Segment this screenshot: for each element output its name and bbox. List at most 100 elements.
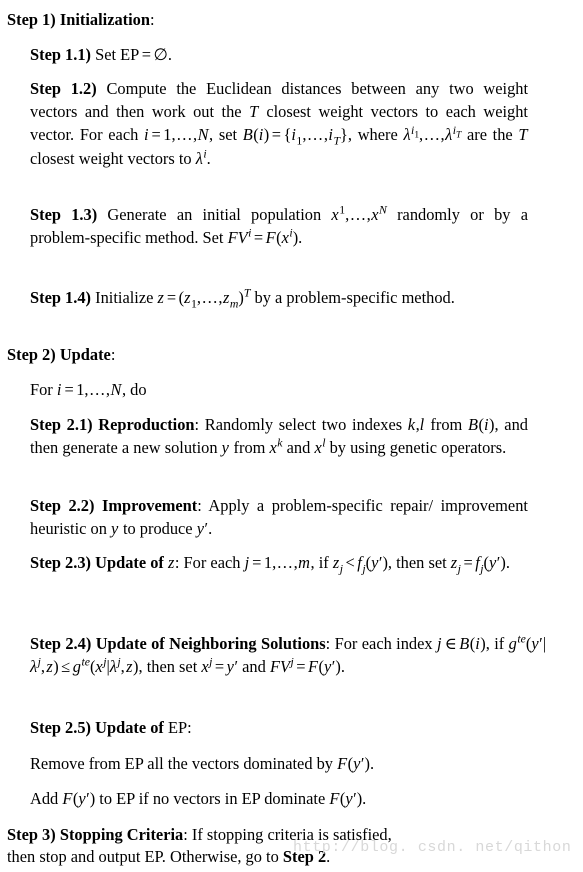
step-2-1-f4: from (233, 438, 266, 458)
math-F-xi: F (265, 228, 276, 248)
step-1-3-label: Step 1.3) (30, 205, 98, 224)
step-1-3-f11: Set (202, 228, 224, 248)
add-text-a: Add (30, 789, 59, 808)
step-1-3-f4: population (251, 205, 322, 224)
math-l: l (419, 415, 425, 434)
add-text-b: to EP if no vectors in EP dominate (99, 789, 326, 808)
step-1-2-f8: closest weight (266, 102, 364, 122)
step-2-1-f2: from (430, 415, 463, 434)
step-2-4-f1: For each index (334, 634, 433, 653)
step-2-3-label: Step 2.3) (30, 553, 92, 572)
equals-1: = (151, 125, 161, 145)
step-2-1-f5: and (286, 438, 311, 458)
step-1-heading: Step 1) Initialization: (7, 8, 528, 31)
step-1-1-block: Step 1.1) Set EP = ∅. (30, 43, 528, 66)
math-B-i: B (242, 125, 253, 145)
step-2-1-f6: by using genetic operators. (329, 438, 507, 458)
for-keyword: For (30, 380, 53, 399)
math-FV-j: FV (269, 657, 290, 677)
math-N-1: N (197, 125, 209, 145)
step-3-ref: Step 2 (282, 847, 327, 866)
step-2-5-add-line: Add F(y′) to EP if no vectors in EP domi… (30, 789, 367, 808)
math-x-j: x (201, 657, 209, 677)
step-2-1-title: Reproduction (98, 415, 195, 434)
math-z-j-2: z (450, 553, 458, 572)
step-2-5-title-tail: EP (167, 718, 188, 737)
step-2-3-block: Step 2.3) Update of z: For each j = 1,…,m,… (30, 553, 510, 576)
step-3-block: Step 3) Stopping Criteria: If stopping c… (7, 824, 528, 868)
step-1-3-f9: problem-specific (30, 228, 142, 248)
step-2-5-colon: : (187, 718, 192, 737)
step-1-3-f1: Generate (107, 205, 167, 224)
step-2-4-f4: and (242, 657, 266, 677)
equals-sign: = (141, 45, 152, 64)
step-2-3-f2: each (210, 553, 241, 572)
step-2-5-title: Update of (95, 718, 164, 737)
step-1-label: Step 1) (7, 10, 56, 29)
step-1-4-block: Step 1.4) Initialize z = (z1,…,zm)T by a p… (30, 285, 455, 311)
step-2-3-f3: if (318, 553, 329, 572)
step-2-4-title: Update of Neighboring Solutions (95, 634, 326, 653)
step-1-3-f7: by (494, 205, 511, 224)
step-1-2-f10: set (218, 125, 238, 145)
step-3-title: Stopping Criteria (59, 825, 184, 844)
math-T-1: T (249, 102, 259, 122)
step-2-2-title: Improvement (101, 496, 198, 515)
step-2-1-label: Step 2.1) (30, 415, 93, 434)
period: . (167, 45, 172, 64)
math-T-2: T (518, 125, 528, 145)
step-2-4-label: Step 2.4) (30, 634, 92, 653)
step-1-3-block: Step 1.3) Generate an initial population… (30, 202, 528, 248)
math-k: k (407, 415, 416, 434)
step-2-2-f4: repair/ (390, 496, 434, 515)
step-1-2-block: Step 1.2) Compute the Euclidean distance… (30, 79, 529, 168)
math-F-yp-1: F (337, 754, 348, 773)
step-3-label: Step 3) (7, 825, 56, 844)
math-F-yp-3: F (329, 789, 340, 808)
step-1-3-f2: an (176, 205, 193, 224)
step-1-1-text-a: Set EP (95, 45, 140, 64)
step-2-for-loop: For i = 1,…,N, do (30, 380, 147, 399)
step-1-2-f13: closest (30, 148, 75, 168)
math-FV-i: FV (227, 228, 248, 248)
step-2-colon: : (110, 345, 116, 364)
step-2-2-label: Step 2.2) (30, 496, 95, 515)
math-z-j: z (332, 553, 340, 572)
step-2-2-f2: a (256, 496, 265, 515)
step-1-4-f1: Initialize (95, 288, 154, 307)
step-2-1-f1: Randomly select two indexes (204, 415, 403, 434)
step-2-2-f6: to produce (122, 519, 193, 539)
step-1-2-f14: weight vectors to (78, 148, 192, 168)
step-2-4-f3: then set (146, 657, 198, 677)
step-2-3-f4: then set (396, 553, 447, 572)
step-2-3-f1: For (183, 553, 207, 572)
step-1-2-f6: any (415, 79, 440, 98)
math-y-2: y (111, 519, 119, 539)
math-B-i-2: B (467, 415, 478, 434)
step-2-5-label: Step 2.5) (30, 718, 92, 737)
step-2-2-block: Step 2.2) Improvement: Apply a problem-s… (30, 496, 528, 539)
do-keyword: do (130, 380, 147, 399)
math-lambda-i1: λ (403, 125, 411, 145)
step-1-1-label: Step 1.1) (30, 45, 92, 64)
step-1-2-f1: Compute (106, 79, 167, 98)
step-1-3-f3: initial (202, 205, 241, 224)
step-1-3-f6: or (470, 205, 484, 224)
step-1-4-f3: method. (401, 288, 455, 307)
math-lambda-iT: λ (445, 125, 453, 145)
step-1-title: Initialization (59, 10, 150, 29)
step-2-5-heading: Step 2.5) Update of EP: (30, 716, 528, 739)
step-3-f4: . (326, 847, 331, 866)
step-1-2-f5: between (351, 79, 406, 98)
step-1-3-f5: randomly (397, 205, 460, 224)
step-2-1-block: Step 2.1) Reproduction: Randomly select … (30, 415, 528, 458)
remove-text: Remove from EP all the vectors dominated… (30, 754, 334, 773)
math-j-1: j (244, 553, 250, 572)
math-y-1: y (221, 438, 229, 458)
math-z-2: z (167, 553, 175, 572)
math-one-1: 1 (163, 125, 172, 145)
math-F-yp-2: F (62, 789, 73, 808)
step-1-4-label: Step 1.4) (30, 288, 92, 307)
step-2-2-f1: Apply (208, 496, 250, 515)
step-2-4-f2: if (494, 634, 505, 653)
